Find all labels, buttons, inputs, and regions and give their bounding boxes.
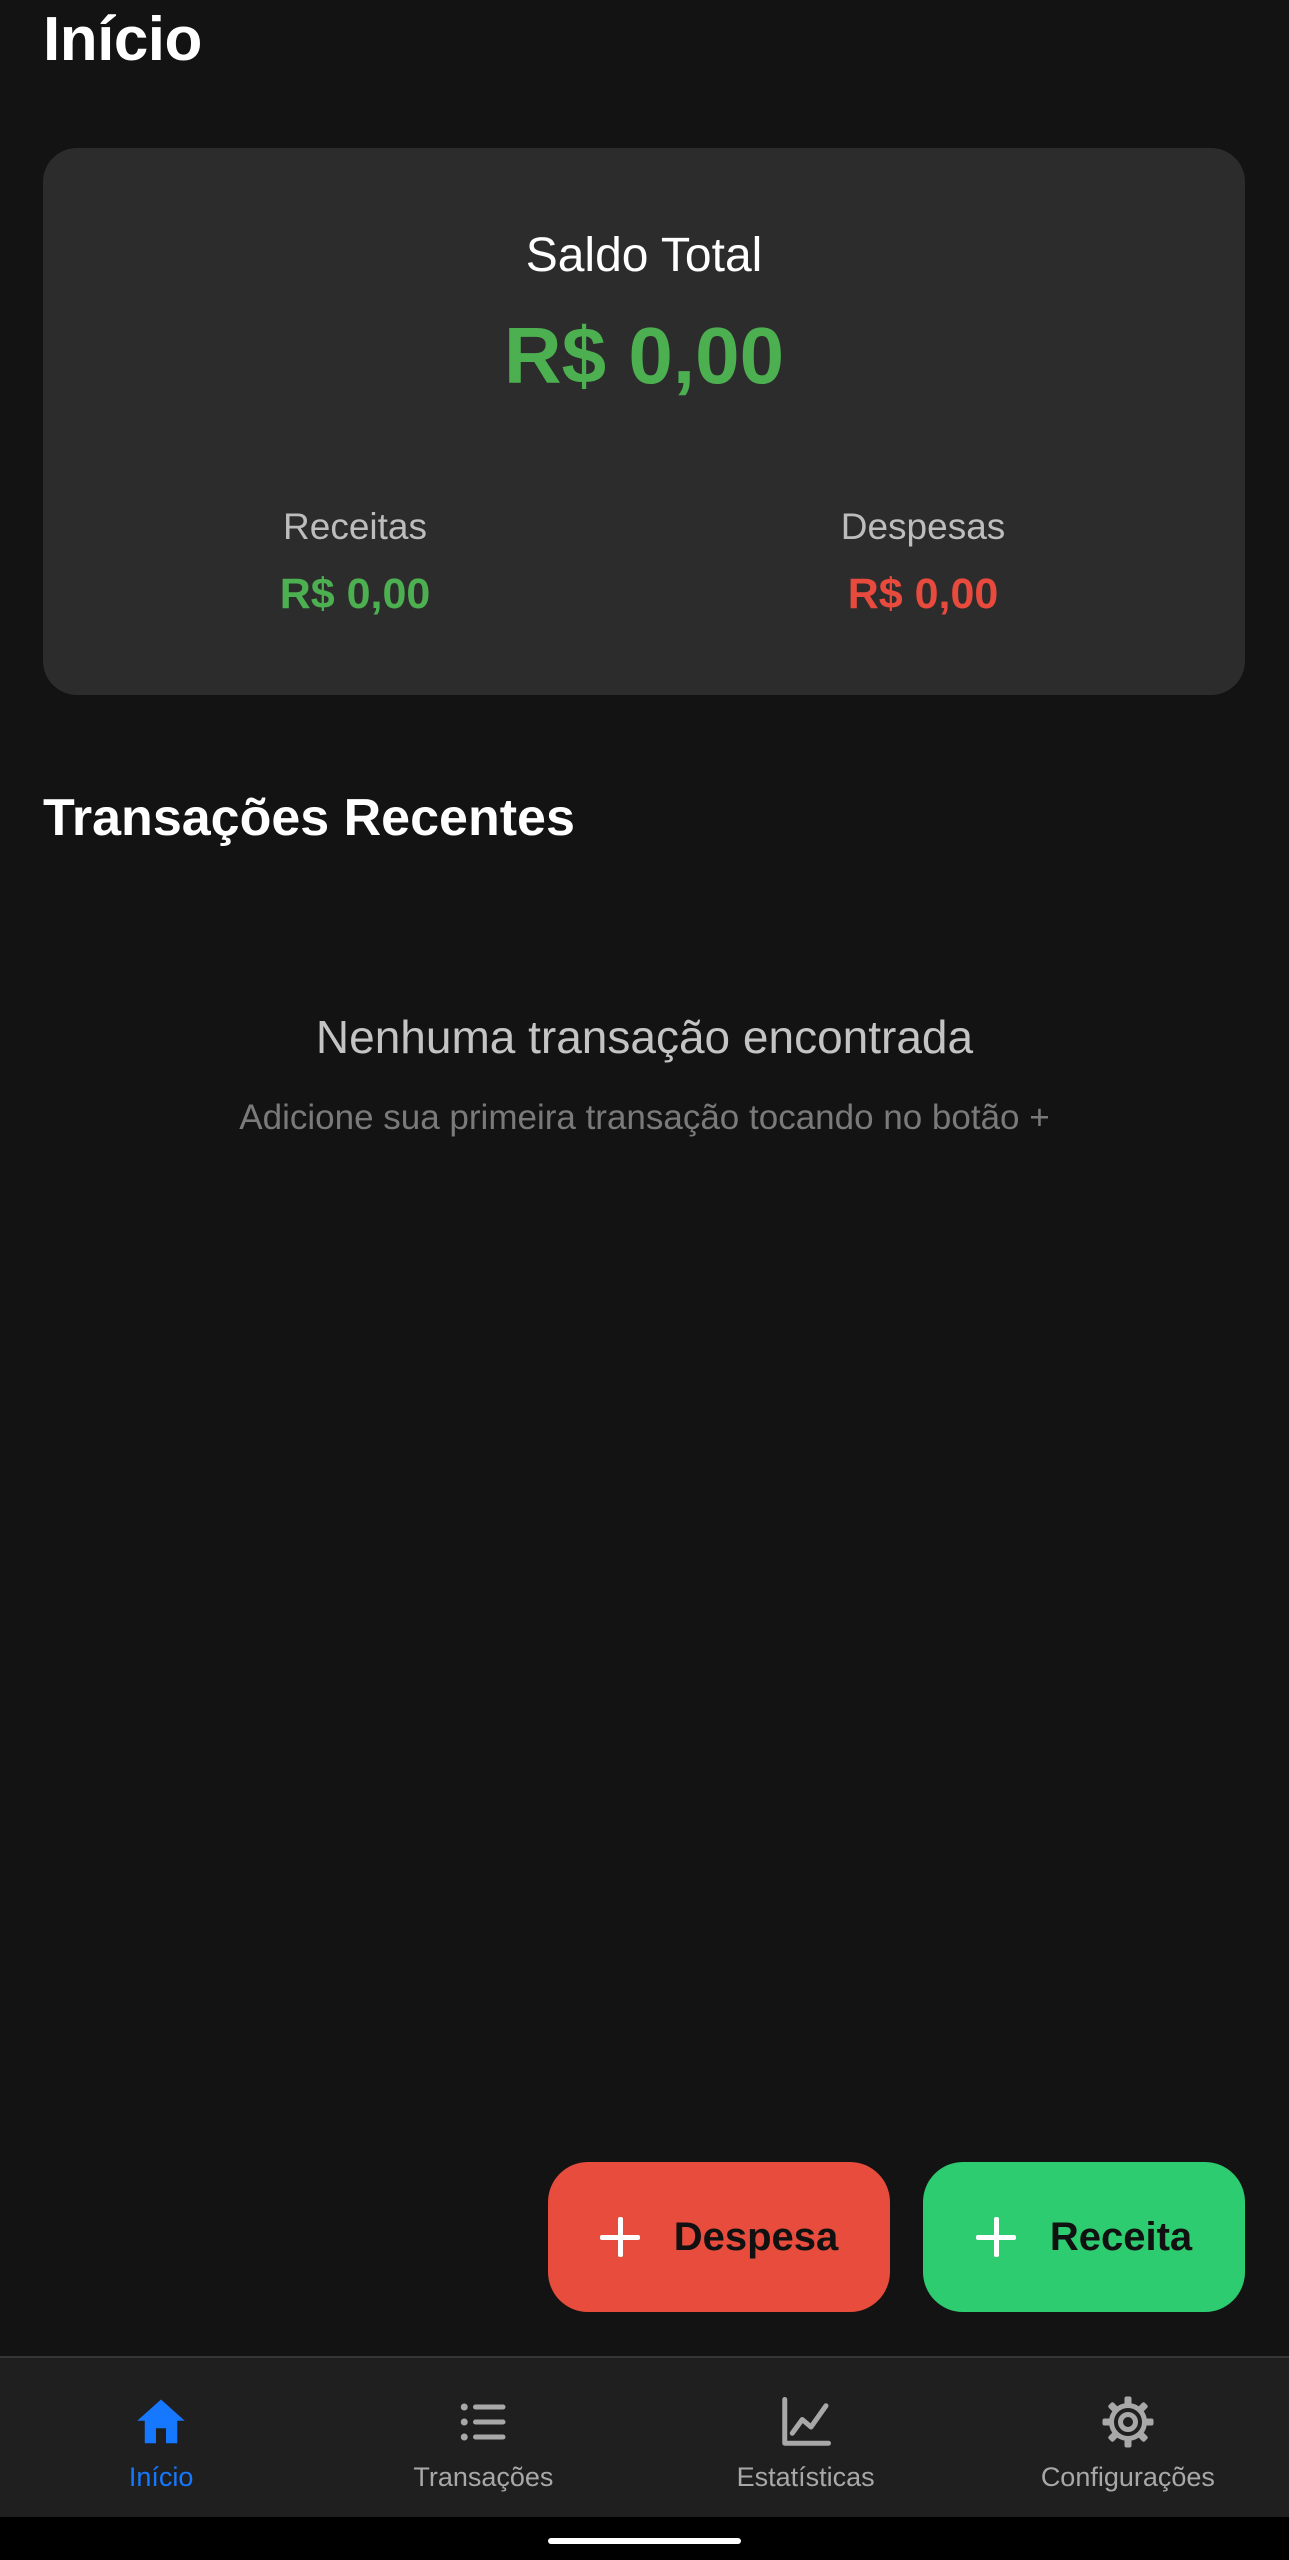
expense-value: R$ 0,00	[847, 570, 999, 618]
nav-label-inicio: Início	[128, 2462, 194, 2492]
plus-icon	[975, 2217, 1016, 2257]
nav-item-transacoes[interactable]: Transações	[322, 2358, 644, 2517]
chart-line-icon	[781, 2397, 831, 2446]
nav-label-transacoes: Transações	[413, 2462, 554, 2492]
add-expense-label: Despesa	[673, 2214, 839, 2259]
nav-item-configuracoes[interactable]: Configurações	[967, 2358, 1289, 2517]
total-balance-value: R$ 0,00	[503, 311, 785, 400]
system-navigation-bar	[0, 2517, 1289, 2560]
add-income-button[interactable]: Receita	[923, 2162, 1245, 2312]
gear-icon	[1102, 2396, 1154, 2448]
expense-label: Despesas	[840, 506, 1006, 547]
page-title: Início	[43, 5, 202, 74]
empty-state-title: Nenhuma transação encontrada	[315, 1011, 974, 1063]
bottom-navigation: Início Transações Estatísticas Configura…	[0, 2356, 1289, 2517]
income-summary: Receitas R$ 0,00	[155, 506, 555, 619]
empty-state-hint: Adicione sua primeira transação tocando …	[239, 1098, 1050, 1137]
home-screen: Início Saldo Total R$ 0,00 Receitas R$ 0…	[0, 0, 1289, 2560]
nav-label-estatisticas: Estatísticas	[736, 2462, 875, 2492]
add-expense-button[interactable]: Despesa	[548, 2162, 890, 2312]
recent-transactions-title: Transações Recentes	[43, 789, 575, 847]
total-balance-label: Saldo Total	[525, 229, 763, 282]
nav-item-estatisticas[interactable]: Estatísticas	[645, 2358, 967, 2517]
expense-summary: Despesas R$ 0,00	[723, 506, 1123, 619]
home-indicator[interactable]	[548, 2538, 741, 2544]
balance-card: Saldo Total R$ 0,00 Receitas R$ 0,00 Des…	[43, 148, 1245, 695]
home-icon	[137, 2399, 185, 2444]
add-income-label: Receita	[1049, 2214, 1193, 2259]
income-label: Receitas	[283, 506, 427, 547]
nav-item-inicio[interactable]: Início	[0, 2358, 322, 2517]
income-value: R$ 0,00	[279, 570, 431, 618]
list-icon	[461, 2403, 506, 2441]
plus-icon	[599, 2217, 640, 2257]
nav-label-configuracoes: Configurações	[1040, 2462, 1215, 2492]
